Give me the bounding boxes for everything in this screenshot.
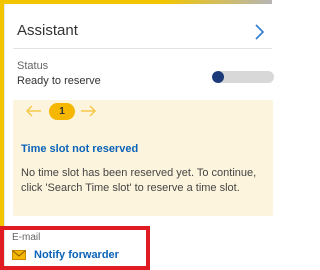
panel-title: Assistant <box>17 22 78 39</box>
status-value: Ready to reserve <box>17 75 101 87</box>
toggle-knob <box>212 71 224 83</box>
arrow-right-icon[interactable] <box>79 104 97 118</box>
email-section-highlight: E-mail Notify forwarder <box>0 226 150 270</box>
notify-forwarder-link[interactable]: Notify forwarder <box>34 249 119 261</box>
status-toggle[interactable] <box>212 71 274 83</box>
email-label: E-mail <box>12 232 41 243</box>
card-body: No time slot has been reserved yet. To c… <box>21 167 257 194</box>
status-label: Status <box>17 60 49 72</box>
panel-header: Assistant <box>17 22 272 46</box>
header-divider <box>13 48 272 49</box>
chevron-right-icon[interactable] <box>252 22 266 42</box>
arrow-left-icon[interactable] <box>25 104 43 118</box>
envelope-icon <box>12 250 26 260</box>
reservation-card: 1 Time slot not reserved No time slot ha… <box>13 100 273 216</box>
step-badge: 1 <box>49 103 75 120</box>
card-title: Time slot not reserved <box>21 143 139 155</box>
